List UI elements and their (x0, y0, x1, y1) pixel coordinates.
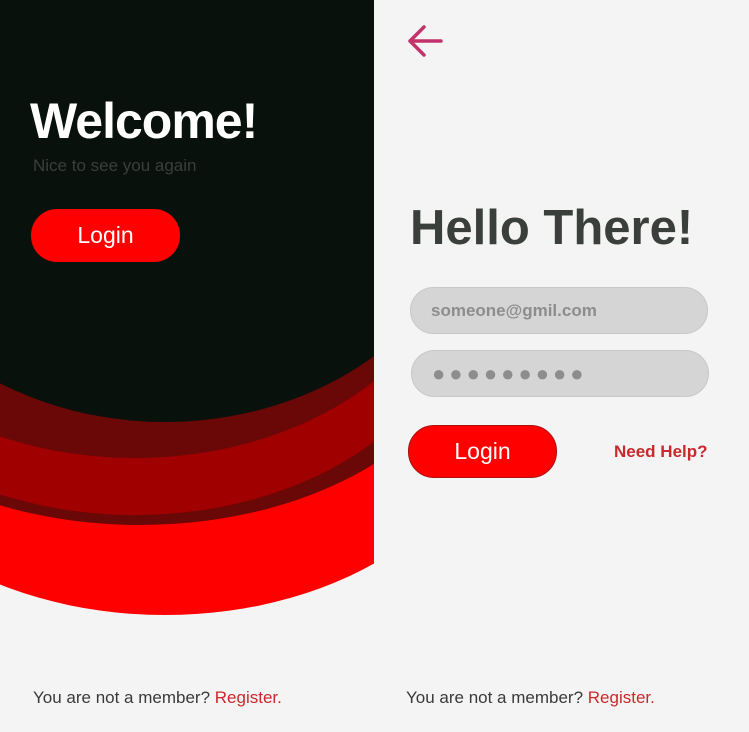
register-prompt: You are not a member? Register. (406, 688, 655, 708)
login-button[interactable]: Login (408, 425, 557, 478)
welcome-screen: Welcome! Nice to see you again Login You… (0, 0, 374, 732)
login-button[interactable]: Login (31, 209, 180, 262)
register-link[interactable]: Register. (588, 688, 655, 707)
welcome-subtitle: Nice to see you again (33, 156, 197, 175)
member-text: You are not a member? (406, 688, 584, 707)
hello-title: Hello There! (410, 201, 694, 255)
register-link[interactable]: Register. (215, 688, 282, 707)
arrow-left-icon[interactable] (406, 24, 444, 58)
member-text: You are not a member? (33, 688, 211, 707)
need-help-link[interactable]: Need Help? (614, 442, 708, 462)
register-prompt: You are not a member? Register. (33, 688, 282, 708)
welcome-title: Welcome! (30, 93, 258, 149)
password-field[interactable] (411, 350, 709, 397)
login-screen: Hello There! Login Need Help? You are no… (374, 0, 749, 732)
email-field[interactable] (410, 287, 708, 334)
